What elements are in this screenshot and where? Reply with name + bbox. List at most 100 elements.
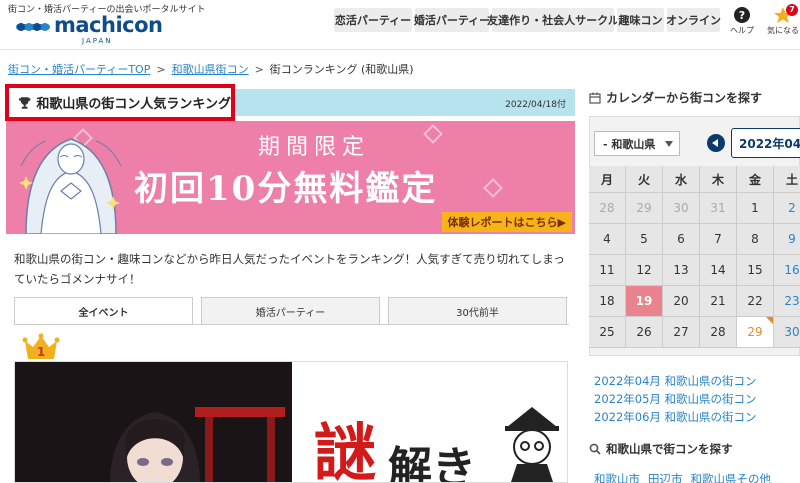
area-search-heading: 和歌山県で街コンを探す	[589, 441, 733, 457]
event-title-toki: 解き	[388, 443, 476, 483]
area-links: 和歌山市 田辺市 和歌山県その他	[594, 471, 779, 483]
tab-all-events[interactable]: 全イベント	[14, 297, 193, 325]
prev-month-button[interactable]	[707, 134, 725, 152]
tab-konkatsu[interactable]: 婚活パーティー	[201, 297, 380, 325]
calendar-day[interactable]: 25	[589, 317, 626, 348]
calendar-weekday: 土	[774, 166, 800, 193]
calendar-day[interactable]: 26	[626, 317, 663, 348]
calendar-day[interactable]: 2	[774, 193, 800, 224]
calendar-day: 31	[700, 193, 737, 224]
calendar-day[interactable]: 28	[700, 317, 737, 348]
calendar-day: 28	[589, 193, 626, 224]
rank-badge: 1	[21, 333, 61, 360]
breadcrumb-current: 街コンランキング (和歌山県)	[269, 63, 414, 76]
calendar-day[interactable]: 19	[626, 286, 663, 317]
breadcrumb-separator: >	[254, 63, 264, 76]
breadcrumb-wakayama-link[interactable]: 和歌山県街コン	[172, 63, 249, 76]
nav-konkatsu[interactable]: 婚活パーティー	[414, 8, 490, 32]
area-search-heading-text: 和歌山県で街コンを探す	[606, 442, 733, 456]
tab-30s[interactable]: 30代前半	[388, 297, 567, 325]
calendar-weekday: 水	[663, 166, 700, 193]
logo-mark-icon	[16, 23, 50, 31]
month-display: 2022年04月	[731, 128, 800, 158]
page-title: 和歌山県の街コン人気ランキング	[36, 97, 231, 112]
calendar-day[interactable]: 9	[774, 224, 800, 255]
event-title-nazo: 謎	[314, 416, 377, 483]
month-link-may[interactable]: 2022年05月 和歌山県の街コン	[594, 391, 757, 407]
event-illustration	[15, 362, 292, 482]
calendar-weekday: 火	[626, 166, 663, 193]
banner-headline: 初回10分無料鑑定	[134, 169, 438, 209]
calendar-day[interactable]: 14	[700, 255, 737, 286]
banner-limited-text: 期間限定	[258, 135, 371, 160]
calendar-day[interactable]: 15	[737, 255, 774, 286]
trophy-icon	[18, 96, 31, 109]
calendar-day: 29	[626, 193, 663, 224]
event-marker-icon	[766, 317, 773, 324]
calendar-heading-text: カレンダーから街コンを探す	[606, 91, 763, 105]
calendar-day[interactable]: 18	[589, 286, 626, 317]
banner-report-button[interactable]: 体験レポートはこちら▶	[441, 212, 572, 232]
calendar-day[interactable]: 6	[663, 224, 700, 255]
rank-number: 1	[36, 345, 46, 359]
calendar-weekday: 月	[589, 166, 626, 193]
help-button[interactable]: ? ヘルプ	[722, 4, 762, 44]
fortune-teller-illustration	[19, 138, 122, 234]
promo-banner[interactable]: 期間限定 初回10分無料鑑定 体験レポートはこちら▶	[6, 121, 575, 234]
nav-online[interactable]: オンライン	[666, 8, 721, 32]
calendar-day[interactable]: 11	[589, 255, 626, 286]
calendar-day[interactable]: 4	[589, 224, 626, 255]
calendar-day[interactable]: 27	[663, 317, 700, 348]
favorites-label: 気になる	[767, 26, 799, 35]
calendar-day[interactable]: 21	[700, 286, 737, 317]
area-link-other[interactable]: 和歌山県その他	[691, 472, 772, 483]
tab-underline	[14, 324, 569, 325]
prefecture-select-value: - 和歌山県	[603, 137, 656, 151]
breadcrumb-top-link[interactable]: 街コン・婚活パーティーTOP	[8, 63, 150, 76]
calendar-day[interactable]: 20	[663, 286, 700, 317]
site-header: 街コン・婚活パーティーの出会いポータルサイト machicon JAPAN 恋活…	[0, 0, 800, 50]
banner-decoration	[423, 124, 443, 144]
month-link-jun[interactable]: 2022年06月 和歌山県の街コン	[594, 409, 757, 425]
banner-decoration	[483, 178, 503, 198]
site-logo[interactable]: machicon JAPAN	[16, 13, 163, 46]
search-icon	[589, 443, 601, 455]
prefecture-select[interactable]: - 和歌山県	[594, 131, 680, 156]
calendar-day[interactable]: 8	[737, 224, 774, 255]
page-title-box: 和歌山県の街コン人気ランキング	[5, 84, 235, 121]
calendar-day[interactable]: 16	[774, 255, 800, 286]
event-card[interactable]: 謎 解き	[14, 361, 568, 483]
area-link-wakayama-city[interactable]: 和歌山市	[594, 472, 640, 483]
nav-hobby[interactable]: 趣味コン	[617, 8, 664, 32]
chevron-down-icon	[665, 141, 673, 147]
detective-icon	[505, 407, 559, 482]
calendar-day: 30	[663, 193, 700, 224]
calendar-day[interactable]: 30	[774, 317, 800, 348]
breadcrumb: 街コン・婚活パーティーTOP > 和歌山県街コン > 街コンランキング (和歌山県)	[8, 61, 414, 77]
svg-text:?: ?	[739, 9, 745, 22]
favorites-button[interactable]: 7 気になる	[763, 4, 800, 44]
event-image	[15, 362, 292, 482]
favorites-count: 7	[789, 5, 795, 14]
calendar-day[interactable]: 1	[737, 193, 774, 224]
calendar-day[interactable]: 23	[774, 286, 800, 317]
intro-text: 和歌山県の街コン・趣味コンなどから昨日人気だったイベントをランキング！人気すぎて…	[14, 252, 565, 286]
calendar-weekday: 金	[737, 166, 774, 193]
calendar-day[interactable]: 7	[700, 224, 737, 255]
ranking-date: 2022/04/18付	[505, 100, 566, 110]
event-title-area: 謎 解き	[292, 362, 567, 483]
calendar-day[interactable]: 22	[737, 286, 774, 317]
area-link-tanabe[interactable]: 田辺市	[648, 472, 683, 483]
calendar-day[interactable]: 12	[626, 255, 663, 286]
month-link-apr[interactable]: 2022年04月 和歌山県の街コン	[594, 373, 757, 389]
calendar-weekday: 木	[700, 166, 737, 193]
calendar-icon	[589, 92, 601, 104]
calendar-day[interactable]: 13	[663, 255, 700, 286]
nav-friends-circle[interactable]: 友達作り・社会人サークル	[487, 8, 619, 32]
calendar-day[interactable]: 5	[626, 224, 663, 255]
nav-koikatsu[interactable]: 恋活パーティー	[334, 8, 412, 32]
breadcrumb-separator: >	[156, 63, 166, 76]
logo-sub: JAPAN	[82, 37, 113, 45]
calendar-day[interactable]: 29	[737, 317, 774, 348]
help-label: ヘルプ	[730, 26, 754, 35]
